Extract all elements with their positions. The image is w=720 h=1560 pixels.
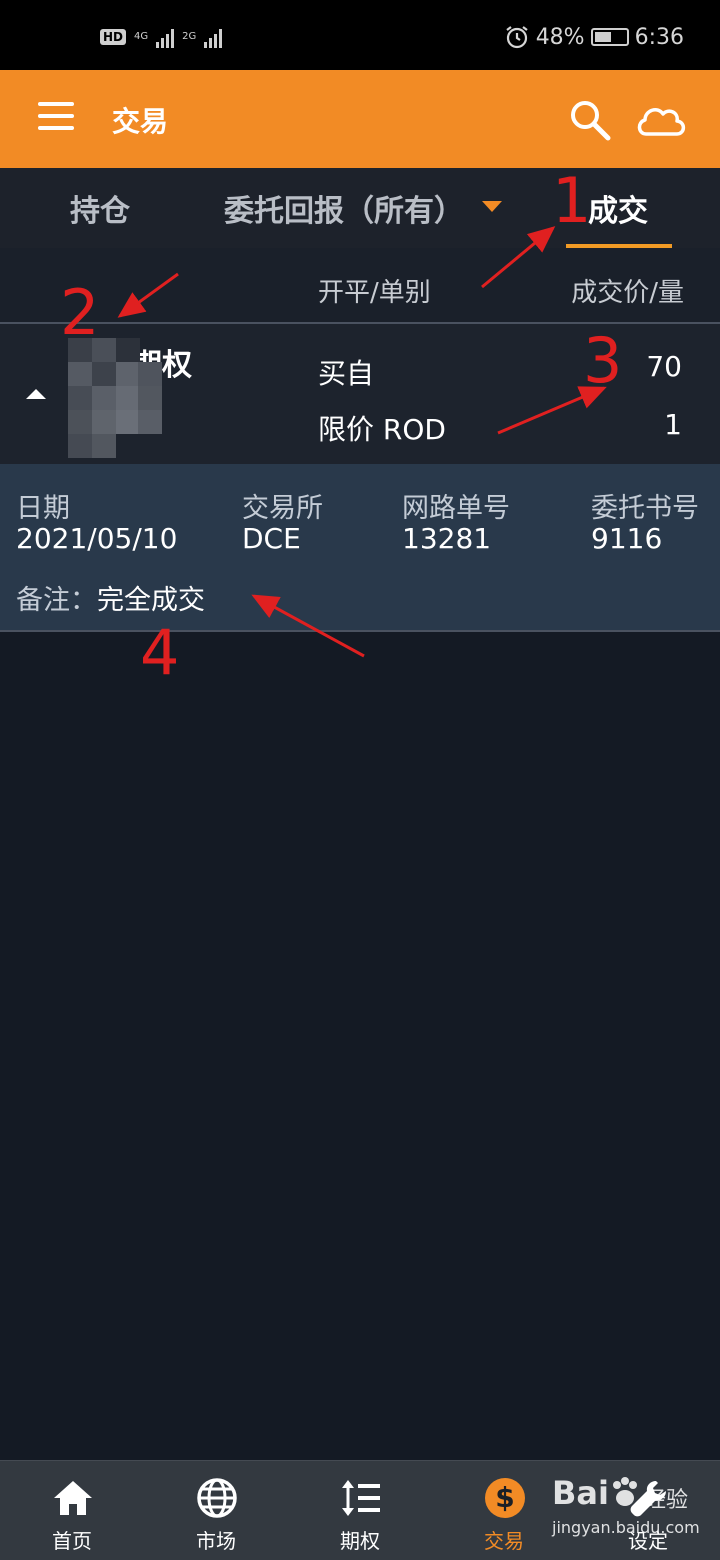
nav-options[interactable]: 期权 <box>300 1461 420 1560</box>
net-order-value: 13281 <box>402 522 492 555</box>
chevron-down-icon[interactable] <box>482 201 502 212</box>
sim1-network: 4G <box>134 31 149 42</box>
pixelated-redaction <box>68 338 162 464</box>
menu-icon[interactable] <box>38 102 74 134</box>
watermark-cn: 经验 <box>644 1488 689 1513</box>
annotation-number: 4 <box>140 616 180 689</box>
annotation-number: 3 <box>583 324 623 397</box>
sim2-network: 2G <box>182 31 197 42</box>
collapse-icon[interactable] <box>26 389 46 399</box>
nav-home[interactable]: 首页 <box>12 1461 132 1560</box>
home-icon <box>54 1481 92 1515</box>
globe-icon <box>197 1478 237 1518</box>
trade-side: 买自 <box>318 357 375 390</box>
remark-label: 备注： <box>16 585 97 616</box>
cloud-icon[interactable] <box>634 100 688 140</box>
entrust-label: 委托书号 <box>591 493 699 524</box>
clock: 6:36 <box>634 24 684 50</box>
dollar-icon: $ <box>485 1478 525 1518</box>
alarm-icon <box>506 26 528 49</box>
nav-trade[interactable]: $ 交易 <box>444 1461 564 1560</box>
status-right: 48% 6:36 <box>504 24 684 50</box>
annotation-number: 2 <box>60 276 100 349</box>
page-title: 交易 <box>112 105 169 138</box>
watermark-url: jingyan.baidu.com <box>552 1518 700 1537</box>
exchange-value: DCE <box>242 522 301 555</box>
date-label: 日期 <box>16 493 70 524</box>
nav-label: 期权 <box>340 1529 380 1553</box>
search-icon[interactable] <box>568 98 612 142</box>
nav-label: 市场 <box>196 1529 236 1553</box>
hd-badge: HD <box>100 29 127 45</box>
divider <box>0 630 720 632</box>
remark-value: 完全成交 <box>97 585 205 616</box>
entrust-value: 9116 <box>591 522 663 555</box>
signal-icon <box>156 26 175 48</box>
net-order-label: 网路单号 <box>402 493 510 524</box>
signal-icon <box>204 26 223 48</box>
trade-price: 70 <box>646 350 682 383</box>
baidu-watermark: Bai 经验 jingyan.baidu.com <box>552 1474 712 1544</box>
tab-positions[interactable]: 持仓 <box>70 186 130 230</box>
status-left: HD 4G 2G <box>100 26 223 48</box>
battery-percent: 48% <box>535 24 585 50</box>
paw-icon <box>613 1477 637 1506</box>
watermark-brand: Bai <box>552 1474 609 1512</box>
nav-label: 交易 <box>484 1529 524 1553</box>
svg-text:$: $ <box>495 1481 514 1514</box>
column-open-close: 开平/单别 <box>318 278 431 308</box>
annotation-number: 1 <box>552 164 592 237</box>
column-price-qty: 成交价/量 <box>571 278 684 308</box>
nav-market[interactable]: 市场 <box>156 1461 276 1560</box>
battery-icon <box>590 28 629 46</box>
tab-bar: 持仓 委托回报（所有） 成交 <box>0 168 720 248</box>
trade-quantity: 1 <box>664 408 682 441</box>
trade-detail-panel: 日期 2021/05/10 交易所 DCE 网路单号 13281 委托书号 91… <box>0 464 720 630</box>
exchange-label: 交易所 <box>242 493 323 524</box>
nav-label: 首页 <box>52 1529 92 1553</box>
sort-list-icon <box>342 1480 380 1516</box>
app-bar: 交易 <box>0 70 720 168</box>
remark: 备注：完全成交 <box>16 578 205 617</box>
tab-filled[interactable]: 成交 <box>588 186 648 230</box>
tab-order-reports[interactable]: 委托回报（所有） <box>224 186 464 230</box>
order-type: 限价 ROD <box>318 413 446 446</box>
date-value: 2021/05/10 <box>16 522 178 555</box>
status-bar: HD 4G 2G 48% 6:36 <box>0 0 720 70</box>
column-header: 开平/单别 成交价/量 <box>0 248 720 322</box>
